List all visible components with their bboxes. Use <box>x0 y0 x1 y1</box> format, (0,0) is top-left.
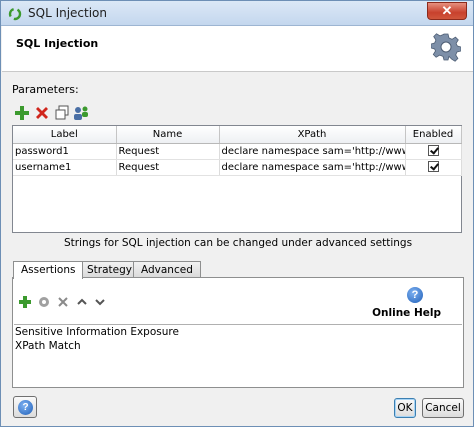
tab-assertions[interactable]: Assertions <box>13 261 84 279</box>
close-button[interactable]: ✕ <box>427 2 467 20</box>
row-name-cell[interactable]: Request <box>116 143 220 160</box>
remove-icon[interactable] <box>56 295 70 309</box>
assertions-list: Sensitive Information Exposure XPath Mat… <box>14 324 462 386</box>
gear-icon <box>431 33 461 62</box>
enabled-checkbox[interactable] <box>427 145 439 157</box>
window-title: SQL Injection <box>28 6 108 20</box>
ok-button[interactable]: OK <box>394 398 416 418</box>
add-icon[interactable] <box>18 295 32 309</box>
assertions-panel: ? Online Help Sensitive Information Expo… <box>12 277 464 388</box>
row-enabled-cell <box>405 159 462 176</box>
dialog-window: SQL Injection ✕ SQL Injection Parameters… <box>0 0 474 427</box>
help-button[interactable]: ? <box>13 396 37 418</box>
list-item[interactable]: XPath Match <box>15 339 462 353</box>
app-icon <box>8 7 22 21</box>
move-down-icon[interactable] <box>93 295 107 309</box>
dialog-heading: SQL Injection <box>16 37 99 50</box>
row-name-cell[interactable]: Request <box>116 159 220 176</box>
list-item[interactable]: Sensitive Information Exposure <box>15 325 462 339</box>
parameters-table: Label Name XPath Enabled password1 Reque… <box>12 125 462 233</box>
tab-strategy[interactable]: Strategy <box>79 261 140 278</box>
settings-icon[interactable] <box>37 295 51 309</box>
help-icon: ? <box>18 400 33 415</box>
parameters-label: Parameters: <box>12 83 79 96</box>
column-header-name[interactable]: Name <box>116 126 220 144</box>
dialog-header: SQL Injection <box>2 26 473 72</box>
row-enabled-cell <box>405 143 462 160</box>
title-bar: SQL Injection ✕ <box>1 1 473 26</box>
clone-icon[interactable] <box>54 105 70 121</box>
row-xpath-cell[interactable]: declare namespace sam='http://www.... <box>219 143 406 160</box>
column-header-xpath[interactable]: XPath <box>219 126 406 144</box>
online-help-link[interactable]: Online Help <box>372 307 441 319</box>
users-icon[interactable] <box>73 105 89 121</box>
column-header-enabled[interactable]: Enabled <box>405 126 462 144</box>
enabled-checkbox[interactable] <box>427 161 439 173</box>
table-header-row: Label Name XPath Enabled <box>13 126 462 144</box>
row-label-cell[interactable]: username1 <box>13 159 117 176</box>
info-text: Strings for SQL injection can be changed… <box>63 237 413 249</box>
help-icon[interactable]: ? <box>407 287 423 303</box>
row-xpath-cell[interactable]: declare namespace sam='http://www.... <box>219 159 406 176</box>
tab-advanced[interactable]: Advanced <box>133 261 201 278</box>
table-row[interactable]: username1 Request declare namespace sam=… <box>13 159 462 176</box>
move-up-icon[interactable] <box>75 295 89 309</box>
column-header-label[interactable]: Label <box>13 126 117 144</box>
cancel-button[interactable]: Cancel <box>422 398 464 418</box>
remove-icon[interactable] <box>34 105 50 121</box>
table-row[interactable]: password1 Request declare namespace sam=… <box>13 143 462 160</box>
row-label-cell[interactable]: password1 <box>13 143 117 160</box>
add-icon[interactable] <box>14 105 30 121</box>
